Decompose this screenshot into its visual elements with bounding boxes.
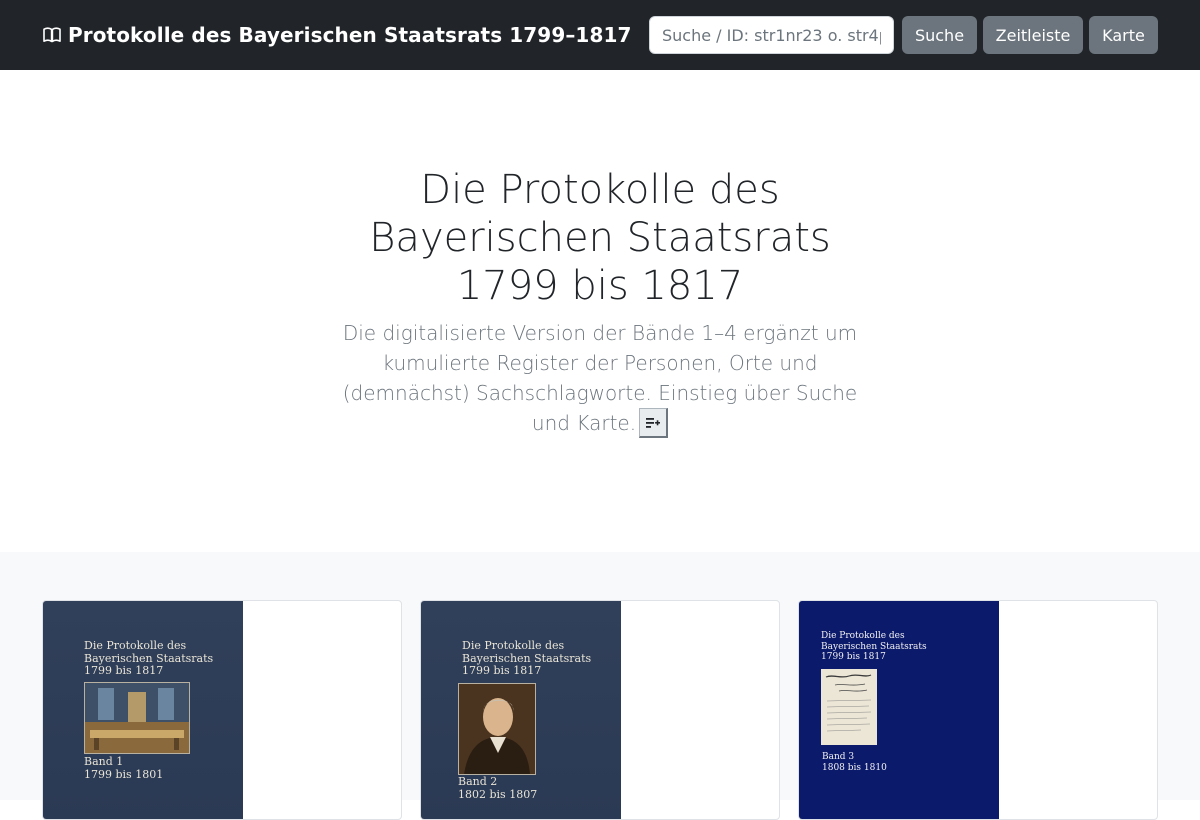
volume-card-3[interactable]: Die Protokolle des Bayerischen Staatsrat… <box>798 600 1158 820</box>
cover-title: Die Protokolle des Bayerischen Staatsrat… <box>462 639 592 677</box>
top-navbar: Protokolle des Bayerischen Staatsrats 17… <box>0 0 1200 70</box>
volume-cover-1[interactable]: Die Protokolle des Bayerischen Staatsrat… <box>43 601 243 819</box>
volume-cover-2[interactable]: Die Protokolle des Bayerischen Staatsrat… <box>421 601 621 819</box>
hero-section: Die Protokolle des Bayerischen Staatsrat… <box>0 70 1200 552</box>
cover-title: Die Protokolle des Bayerischen Staatsrat… <box>821 631 927 662</box>
cover-photo-interior <box>84 682 190 754</box>
brand-title: Protokolle des Bayerischen Staatsrats 17… <box>68 23 632 47</box>
hero-lead: Die digitalisierte Version der Bände 1–4… <box>330 318 870 440</box>
book-icon <box>43 27 61 43</box>
volumes-section: Die Protokolle des Bayerischen Staatsrat… <box>0 552 1200 820</box>
cover-band: Band 2 1802 bis 1807 <box>458 775 538 801</box>
cover-title: Die Protokolle des Bayerischen Staatsrat… <box>84 639 214 677</box>
timeline-button[interactable]: Zeitleiste <box>983 16 1083 54</box>
playlist-add-icon <box>646 407 661 437</box>
cover-manuscript <box>821 669 877 745</box>
page-title: Die Protokolle des Bayerischen Staatsrat… <box>369 167 831 309</box>
volume-card-2[interactable]: Die Protokolle des Bayerischen Staatsrat… <box>420 600 780 820</box>
volume-card-1[interactable]: Die Protokolle des Bayerischen Staatsrat… <box>42 600 402 820</box>
cover-band: Band 3 1808 bis 1810 <box>822 752 887 773</box>
expand-button[interactable] <box>639 407 669 438</box>
search-button[interactable]: Suche <box>902 16 977 54</box>
brand-link[interactable]: Protokolle des Bayerischen Staatsrats 17… <box>43 22 632 48</box>
cover-portrait <box>458 683 536 775</box>
map-button[interactable]: Karte <box>1089 16 1158 54</box>
cover-band: Band 1 1799 bis 1801 <box>84 755 164 781</box>
hero-lead-text: Die digitalisierte Version der Bände 1–4… <box>342 321 858 435</box>
search-input[interactable] <box>649 16 894 54</box>
volume-cover-3[interactable]: Die Protokolle des Bayerischen Staatsrat… <box>799 601 999 819</box>
